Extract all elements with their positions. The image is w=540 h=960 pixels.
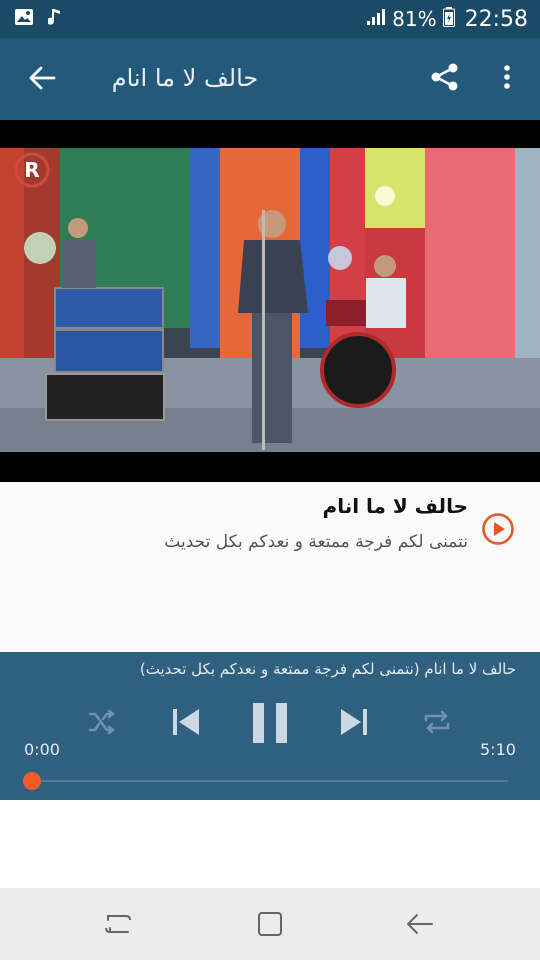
track-title: حالف لا ما انام bbox=[322, 494, 468, 518]
signal-icon bbox=[366, 7, 386, 31]
battery-icon bbox=[442, 6, 455, 32]
status-bar: 81% 22:58 bbox=[0, 0, 540, 38]
total-time: 5:10 bbox=[480, 740, 516, 759]
home-icon bbox=[256, 910, 284, 942]
status-bar-right: 81% 22:58 bbox=[366, 6, 528, 32]
home-button[interactable] bbox=[250, 906, 290, 946]
back-button[interactable] bbox=[22, 60, 62, 100]
more-vert-icon bbox=[503, 64, 511, 94]
back-icon bbox=[406, 910, 434, 942]
battery-percent: 81% bbox=[392, 7, 437, 31]
image-icon bbox=[14, 8, 34, 30]
share-button[interactable] bbox=[424, 58, 466, 100]
pause-icon bbox=[250, 701, 290, 749]
next-button[interactable] bbox=[336, 706, 372, 742]
video-scene: R bbox=[0, 148, 540, 452]
svg-text:R: R bbox=[24, 158, 39, 182]
track-description: نتمنى لكم فرجة ممتعة و نعدكم بكل تحديث bbox=[164, 532, 468, 552]
video-frame: R bbox=[0, 148, 540, 452]
repeat-button[interactable] bbox=[420, 708, 454, 740]
previous-button[interactable] bbox=[168, 706, 204, 742]
seek-bar[interactable] bbox=[32, 780, 508, 782]
status-bar-left bbox=[14, 7, 62, 31]
back-arrow-icon bbox=[28, 64, 56, 96]
recent-apps-icon bbox=[104, 910, 132, 942]
app-bar: حالف لا ما انام bbox=[0, 38, 540, 120]
now-playing-title: حالف لا ما انام (نتمنى لكم فرجة ممتعة و … bbox=[139, 660, 516, 678]
shuffle-icon bbox=[88, 709, 116, 739]
seek-thumb[interactable] bbox=[23, 772, 41, 790]
pause-button[interactable] bbox=[248, 702, 292, 748]
repeat-icon bbox=[422, 708, 452, 740]
page-title: حالف لا ما انام bbox=[111, 64, 259, 92]
recent-apps-button[interactable] bbox=[98, 906, 138, 946]
current-time: 0:00 bbox=[24, 740, 60, 759]
video-player[interactable]: R bbox=[0, 120, 540, 482]
previous-icon bbox=[170, 707, 202, 741]
share-icon bbox=[430, 62, 460, 96]
system-back-button[interactable] bbox=[400, 906, 440, 946]
clock: 22:58 bbox=[464, 6, 528, 32]
play-circle-icon[interactable] bbox=[481, 512, 515, 546]
music-note-icon bbox=[47, 7, 62, 31]
next-icon bbox=[338, 707, 370, 741]
shuffle-button[interactable] bbox=[86, 708, 118, 740]
more-options-button[interactable] bbox=[492, 58, 522, 100]
empty-area bbox=[0, 800, 540, 888]
